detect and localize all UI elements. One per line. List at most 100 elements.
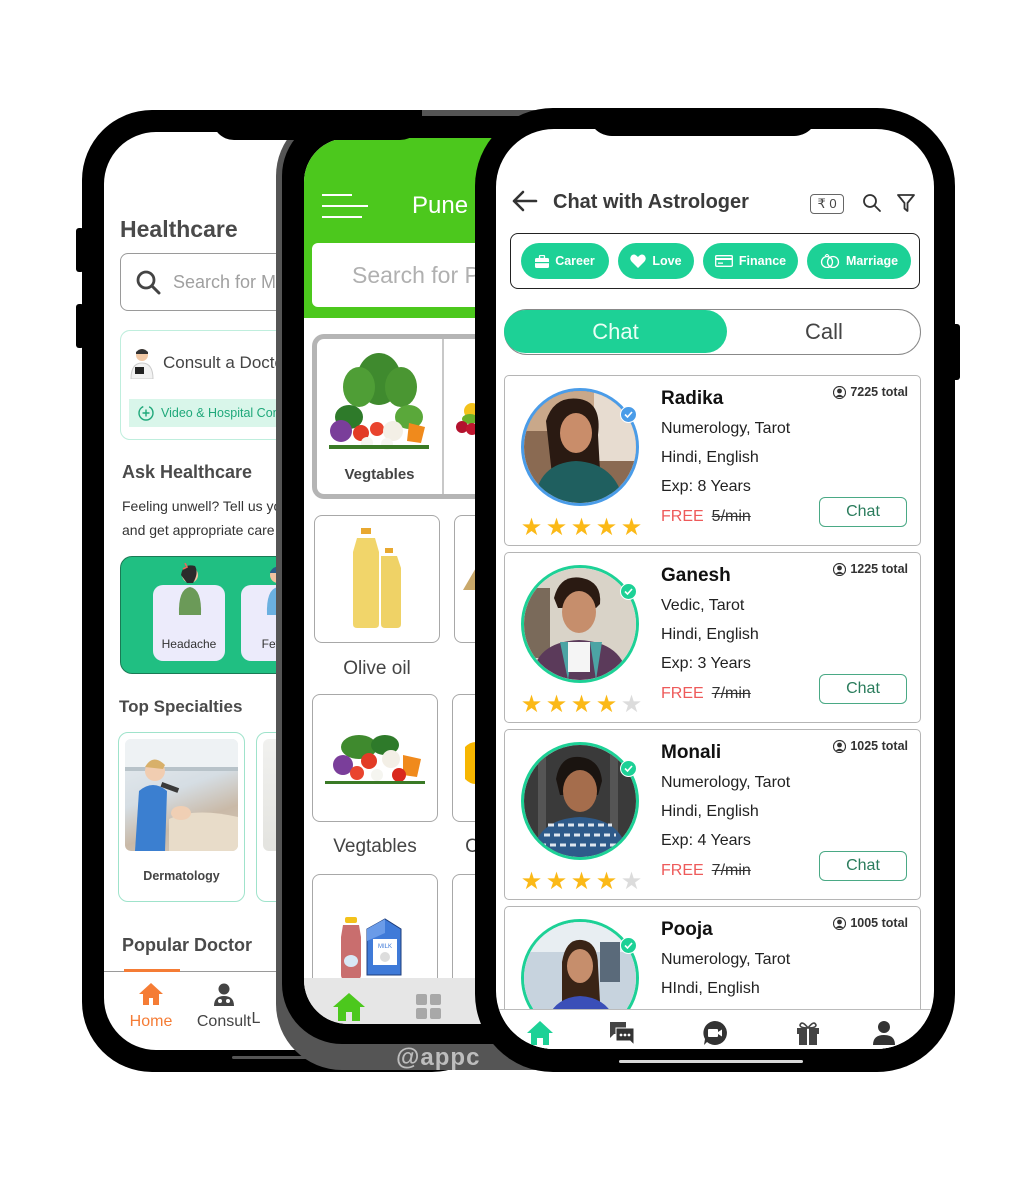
- chip-love[interactable]: Love: [618, 243, 694, 279]
- astrologer-name: Radika: [661, 388, 724, 409]
- top-specialties-title: Top Specialties: [119, 697, 243, 716]
- chip-marriage[interactable]: Marriage: [807, 243, 911, 279]
- star-filled-icon: ★: [595, 691, 618, 718]
- city-label[interactable]: Pune: [412, 192, 468, 220]
- search-icon: [136, 270, 161, 295]
- chat-call-toggle: Chat Call: [504, 309, 921, 355]
- product-tile-vegetables[interactable]: [312, 694, 438, 822]
- star-filled-icon: ★: [520, 514, 543, 541]
- chat-button[interactable]: Chat: [819, 497, 907, 527]
- star-filled-icon: ★: [545, 868, 568, 895]
- medical-plus-icon: [138, 405, 154, 421]
- astrologer-price: FREE 5/min: [661, 508, 751, 526]
- star-empty-icon: ★: [620, 868, 643, 895]
- chat-button[interactable]: Chat: [819, 674, 907, 704]
- category-label[interactable]: Vegtables: [317, 466, 442, 483]
- vegetables-image: [325, 735, 425, 784]
- top-bar: Chat with Astrologer ₹ 0: [496, 185, 934, 225]
- consultation-total: 7225 total: [833, 385, 908, 399]
- product-tile-olive-oil[interactable]: [314, 515, 440, 643]
- astrologer-skills: Numerology, Tarot: [661, 774, 791, 791]
- grid-icon[interactable]: [416, 994, 442, 1020]
- filter-icon[interactable]: [896, 193, 916, 213]
- avatar: [521, 388, 639, 506]
- astrologer-experience: Exp: 3 Years: [661, 655, 751, 672]
- astrologer-skills: Numerology, Tarot: [661, 420, 791, 437]
- home-indicator: [619, 1060, 803, 1063]
- phone-side-button: [76, 228, 84, 272]
- profile-icon[interactable]: [872, 1020, 896, 1046]
- star-filled-icon: ★: [570, 868, 593, 895]
- doctor-icon: [130, 349, 154, 379]
- user-circle-icon: [833, 562, 847, 576]
- chat-button[interactable]: Chat: [819, 851, 907, 881]
- product-label: Olive oil: [343, 658, 411, 679]
- phone-notch: [588, 108, 818, 136]
- nav-item[interactable]: L: [246, 982, 266, 1028]
- original-price: 7/min: [711, 862, 751, 879]
- chat-bubbles-icon[interactable]: [608, 1020, 636, 1046]
- back-arrow-icon[interactable]: [510, 189, 538, 213]
- category-chips: Career Love Finance Marriage: [510, 233, 920, 289]
- briefcase-icon: [535, 254, 550, 268]
- consultation-total: 1225 total: [833, 562, 908, 576]
- doctor-icon: [214, 983, 234, 1006]
- video-chat-icon[interactable]: [702, 1020, 728, 1046]
- search-icon[interactable]: [862, 193, 882, 213]
- phone-side-button: [76, 304, 84, 348]
- user-circle-icon: [833, 739, 847, 753]
- user-circle-icon: [833, 916, 847, 930]
- page-title: Healthcare: [120, 216, 238, 242]
- home-icon[interactable]: [526, 1020, 554, 1046]
- star-rating: ★ ★ ★ ★ ★: [519, 693, 644, 717]
- astrologer-skills: Vedic, Tarot: [661, 597, 745, 614]
- astrologer-name: Monali: [661, 742, 722, 763]
- symptom-headache[interactable]: Headache: [153, 563, 225, 661]
- tab-call[interactable]: Call: [727, 310, 921, 353]
- astrologer-languages: Hindi, English: [661, 449, 759, 466]
- astrologer-card[interactable]: ★ ★ ★ ★ ★ Monali Numerology, Tarot Hindi, En…: [504, 729, 921, 900]
- phone-side-button: [952, 324, 960, 380]
- rings-icon: [820, 254, 840, 268]
- astrologer-languages: HIndi, English: [661, 980, 760, 997]
- astrologer-experience: Exp: 8 Years: [661, 478, 751, 495]
- dermatology-photo: [125, 739, 238, 851]
- heart-icon: [630, 254, 647, 268]
- ask-healthcare-title: Ask Healthcare: [122, 462, 253, 482]
- page-title: Chat with Astrologer: [553, 191, 749, 213]
- free-label: FREE: [661, 508, 704, 525]
- specialty-card-dermatology[interactable]: Dermatology: [118, 732, 245, 902]
- astrologer-card[interactable]: ★ ★ ★ ★ ★ Ganesh Vedic, Tarot Hindi, English…: [504, 552, 921, 723]
- nav-home[interactable]: Home: [116, 982, 186, 1031]
- astrologer-card[interactable]: ★ ★ ★ ★ ★ Radika Numerology, Tarot Hindi, En…: [504, 375, 921, 546]
- astrologer-price: FREE 7/min: [661, 862, 751, 880]
- verified-badge-icon: [620, 760, 637, 777]
- chip-finance[interactable]: Finance: [703, 243, 798, 279]
- hamburger-menu-icon[interactable]: [322, 194, 368, 227]
- chip-career[interactable]: Career: [521, 243, 609, 279]
- free-label: FREE: [661, 862, 704, 879]
- active-tab-indicator: [124, 969, 180, 972]
- star-filled-icon: ★: [570, 691, 593, 718]
- free-label: FREE: [661, 685, 704, 702]
- star-filled-icon: ★: [545, 514, 568, 541]
- avatar: [521, 742, 639, 860]
- astrologer-price: FREE 7/min: [661, 685, 751, 703]
- tab-chat[interactable]: Chat: [504, 310, 727, 353]
- original-price: 5/min: [711, 508, 751, 525]
- home-icon[interactable]: [332, 992, 366, 1022]
- watermark: @appc: [396, 1044, 481, 1071]
- wallet-balance[interactable]: ₹ 0: [810, 194, 844, 214]
- star-filled-icon: ★: [520, 691, 543, 718]
- consultation-total: 1005 total: [833, 916, 908, 930]
- astrologer-phone: Chat with Astrologer ₹ 0 Career Love Fin…: [475, 108, 960, 1072]
- card-icon: [714, 255, 733, 267]
- verified-badge-icon: [620, 937, 637, 954]
- astrologer-name: Ganesh: [661, 565, 731, 586]
- gift-icon[interactable]: [796, 1020, 820, 1046]
- astrologer-skills: Numerology, Tarot: [661, 951, 791, 968]
- headache-figure-icon: [178, 563, 202, 615]
- astrologer-screen: Chat with Astrologer ₹ 0 Career Love Fin…: [496, 129, 934, 1049]
- original-price: 7/min: [711, 685, 751, 702]
- home-icon: [139, 983, 163, 1005]
